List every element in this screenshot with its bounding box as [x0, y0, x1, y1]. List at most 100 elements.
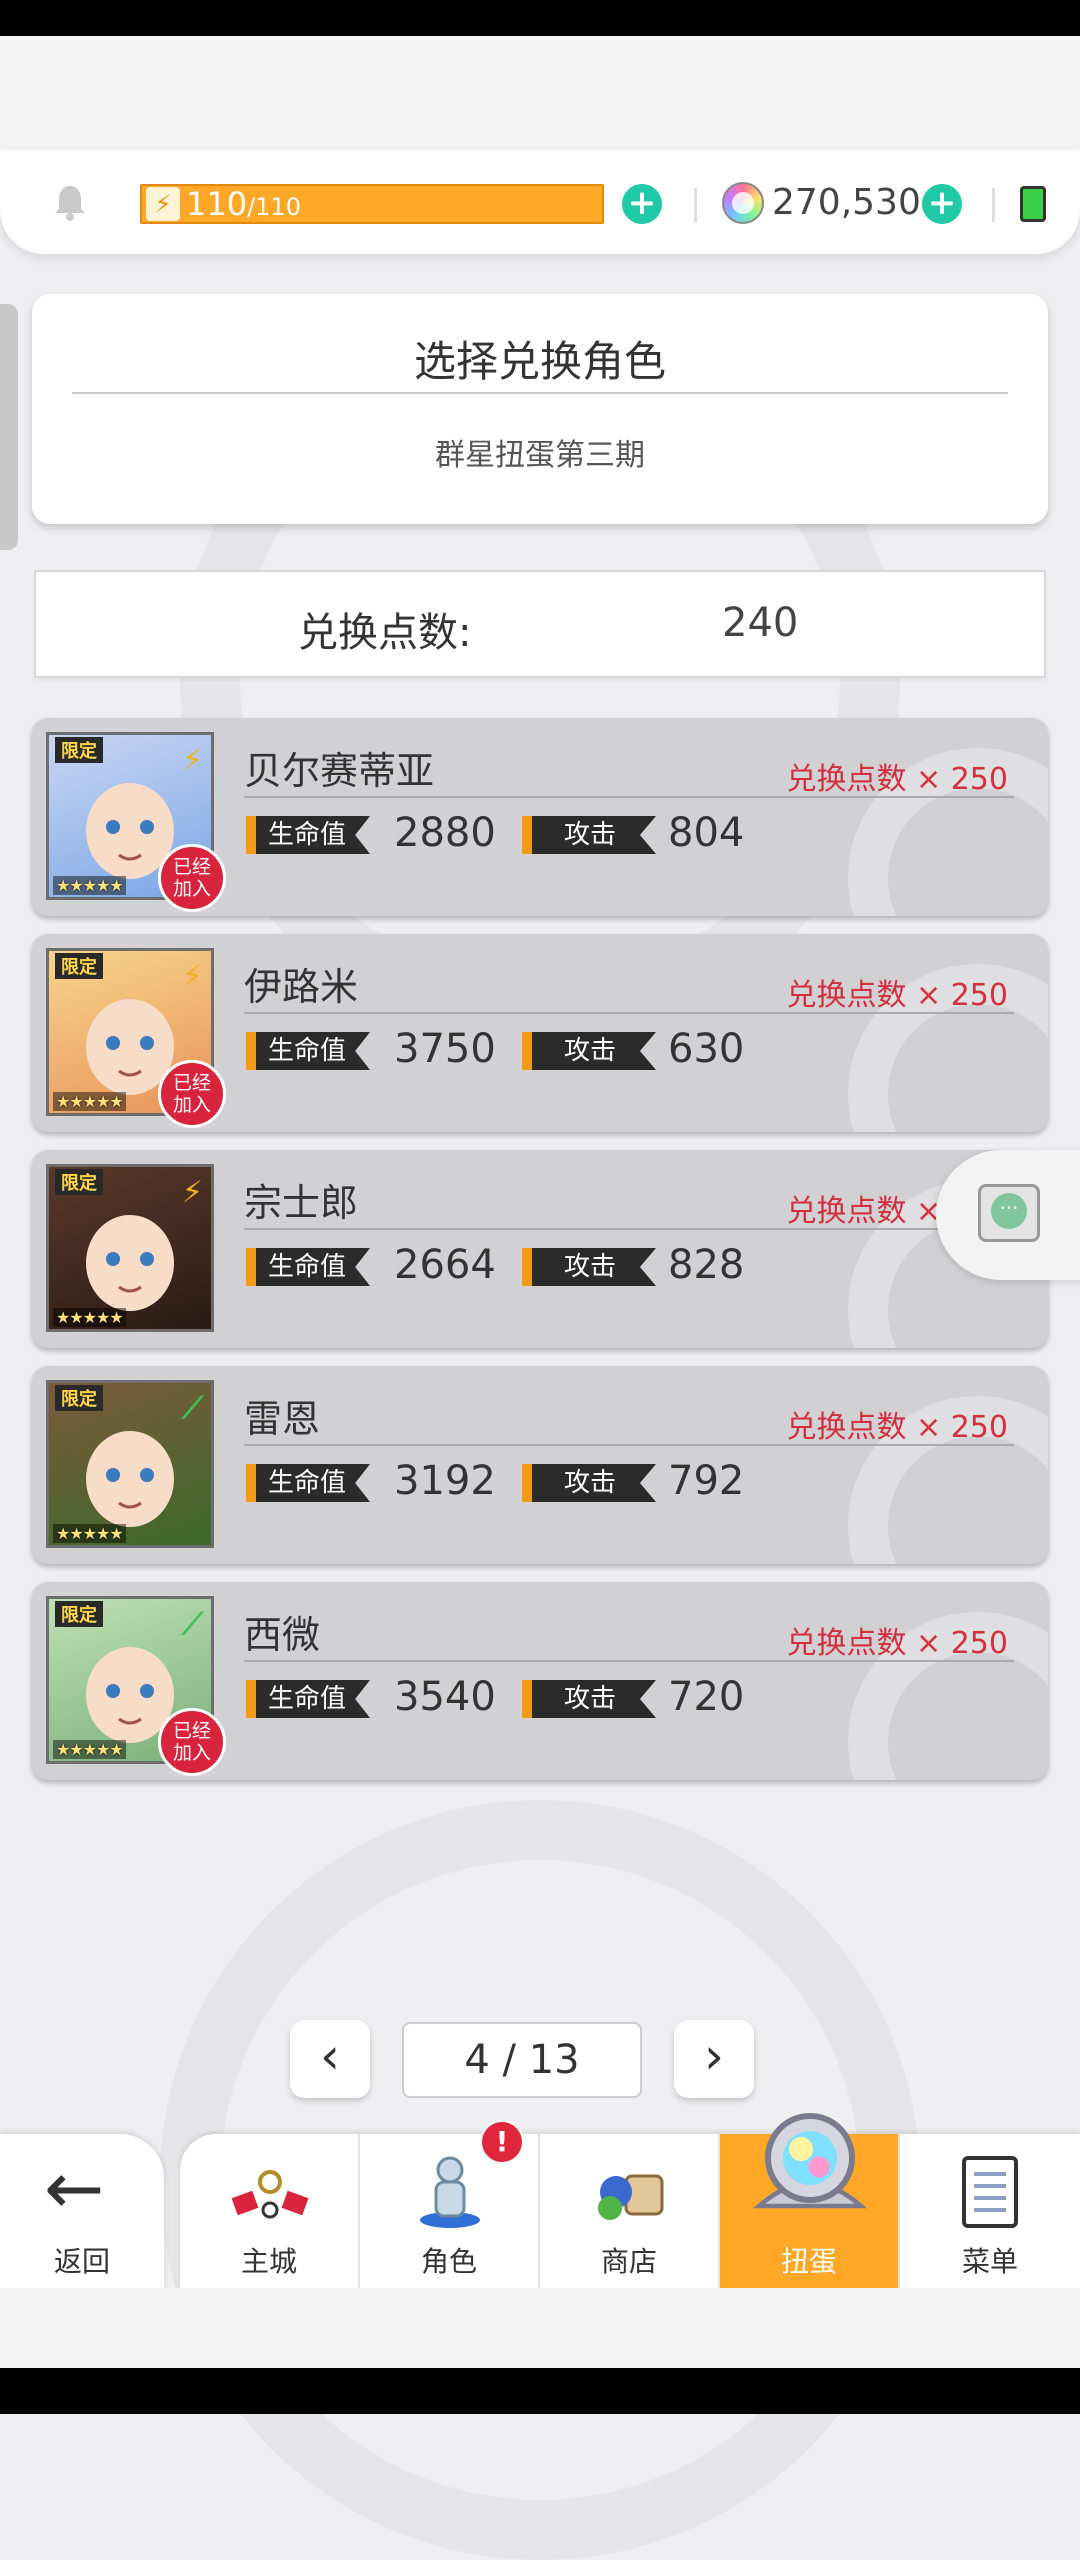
attack-value: 828 — [668, 1242, 745, 1288]
back-arrow-icon: ← — [44, 2146, 105, 2230]
gacha-icon — [753, 2113, 867, 2209]
nav-label-shop: 商店 — [600, 2245, 657, 2278]
character-name: 西微 — [244, 1613, 321, 1657]
add-energy-button[interactable]: + — [622, 184, 662, 224]
page-title: 选择兑换角色 — [413, 337, 666, 386]
bottom-nav: 主城 ! 角色 商店 扭蛋 菜单 — [180, 2113, 1080, 2288]
energy-bar: ⚡ 110 /110 — [140, 184, 604, 224]
prev-page-button[interactable]: ‹ — [290, 2020, 370, 2098]
character-portrait: 限定 ⟋ ★★★★★ — [46, 1380, 214, 1548]
attack-value: 792 — [668, 1458, 745, 1504]
hp-value: 3192 — [394, 1458, 496, 1504]
joined-badge-text: 已经 加入 — [172, 1720, 211, 1764]
lightning-element-icon: ⚡ — [181, 743, 203, 778]
hp-label: 生命值 — [246, 816, 371, 854]
back-label: 返回 — [53, 2245, 110, 2278]
character-portrait: 限定 ⚡ ★★★★★ — [46, 1164, 214, 1332]
limited-tag: 限定 — [55, 953, 103, 979]
hp-value: 3750 — [394, 1026, 496, 1072]
next-page-button[interactable]: › — [674, 2020, 754, 2098]
limited-tag: 限定 — [55, 737, 103, 763]
joined-badge-text: 已经 加入 — [172, 856, 211, 900]
hp-label: 生命值 — [246, 1680, 371, 1718]
rarity-stars: ★★★★★ — [53, 876, 126, 895]
exchange-cost: 兑换点数 × 250 — [786, 1410, 1008, 1445]
character-card[interactable]: 限定 ⚡ ★★★★★ 宗士郎 兑换点数 × 250 生命值 2664 攻击 82… — [32, 1150, 1048, 1348]
system-status-bar — [0, 0, 1080, 36]
back-button[interactable]: ← 返回 — [0, 2134, 164, 2288]
energy-max: /110 — [247, 193, 301, 221]
nav-badge-character: ! — [480, 2120, 524, 2164]
divider — [694, 188, 697, 222]
hp-label: 生命值 — [246, 1464, 371, 1502]
divider — [244, 1228, 1014, 1230]
menu-icon — [962, 2156, 1018, 2228]
character-name: 雷恩 — [244, 1397, 321, 1441]
energy-bolt-icon: ⚡ — [146, 187, 180, 221]
character-icon — [420, 2156, 480, 2228]
rarity-stars: ★★★★★ — [53, 1740, 126, 1759]
attack-label: 攻击 — [522, 816, 657, 854]
character-name: 宗士郎 — [244, 1181, 359, 1225]
currency-amount: 270,530 — [772, 182, 921, 223]
divider — [72, 392, 1008, 394]
floating-chat-bubble[interactable] — [936, 1150, 1080, 1280]
exchange-cost: 兑换点数 × 250 — [786, 762, 1008, 797]
divider — [244, 1012, 1014, 1014]
rarity-stars: ★★★★★ — [53, 1524, 126, 1543]
character-name: 贝尔赛蒂亚 — [244, 749, 435, 793]
system-nav-bar — [0, 2368, 1080, 2414]
nav-label-castle: 主城 — [240, 2245, 297, 2278]
side-drawer-handle[interactable] — [0, 304, 18, 550]
page-indicator: 4 / 13 — [402, 2022, 642, 2098]
joined-badge: 已经 加入 — [158, 1708, 226, 1776]
attack-label: 攻击 — [522, 1248, 657, 1286]
hp-value: 2664 — [394, 1242, 496, 1288]
status-area — [0, 36, 1080, 156]
hp-value: 3540 — [394, 1674, 496, 1720]
gem-icon — [722, 182, 764, 224]
castle-icon — [231, 2170, 309, 2219]
exchange-points-value: 240 — [722, 600, 799, 646]
character-card[interactable]: 限定 ⟋ ★★★★★ 已经 加入 西微 兑换点数 × 250 生命值 3540 … — [32, 1582, 1048, 1780]
hp-label: 生命值 — [246, 1032, 371, 1070]
bell-icon[interactable] — [50, 182, 90, 222]
nav-label-menu: 菜单 — [961, 2245, 1018, 2278]
nav-label-character: 角色 — [420, 2245, 477, 2278]
divider — [244, 1444, 1014, 1446]
attack-value: 720 — [668, 1674, 745, 1720]
add-currency-button[interactable]: + — [922, 184, 962, 224]
character-card[interactable]: 限定 ⟋ ★★★★★ 雷恩 兑换点数 × 250 生命值 3192 攻击 792 — [32, 1366, 1048, 1564]
character-name: 伊路米 — [244, 965, 359, 1009]
divider — [244, 796, 1014, 798]
wind-element-icon: ⟋ — [182, 1607, 203, 1642]
nav-item-gacha[interactable]: 扭蛋 — [720, 2113, 900, 2288]
bottom-area — [0, 2288, 1080, 2368]
nav-item-shop[interactable]: 商店 — [540, 2134, 720, 2288]
page-subtitle: 群星扭蛋第三期 — [435, 438, 645, 473]
shop-icon — [598, 2174, 664, 2220]
limited-tag: 限定 — [55, 1601, 103, 1627]
hp-value: 2880 — [394, 810, 496, 856]
battery-icon — [1020, 186, 1046, 222]
character-card[interactable]: 限定 ⚡ ★★★★★ 已经 加入 伊路米 兑换点数 × 250 生命值 3750… — [32, 934, 1048, 1132]
attack-label: 攻击 — [522, 1680, 657, 1718]
exchange-cost: 兑换点数 × 250 — [786, 978, 1008, 1013]
nav-item-castle[interactable]: 主城 — [180, 2134, 360, 2288]
attack-label: 攻击 — [522, 1464, 657, 1502]
exchange-points-label: 兑换点数: — [298, 610, 472, 656]
limited-tag: 限定 — [55, 1169, 103, 1195]
divider — [244, 1660, 1014, 1662]
energy-current: 110 — [186, 185, 248, 223]
joined-badge-text: 已经 加入 — [172, 1072, 211, 1116]
character-card[interactable]: 限定 ⚡ ★★★★★ 已经 加入 贝尔赛蒂亚 兑换点数 × 250 生命值 28… — [32, 718, 1048, 916]
chat-icon — [978, 1184, 1040, 1242]
attack-value: 804 — [668, 810, 745, 856]
exchange-points-box: 兑换点数: 240 — [34, 570, 1046, 678]
nav-item-menu[interactable]: 菜单 — [900, 2134, 1080, 2288]
rarity-stars: ★★★★★ — [53, 1308, 126, 1327]
attack-label: 攻击 — [522, 1032, 657, 1070]
wind-element-icon: ⟋ — [182, 1391, 203, 1426]
nav-label-gacha: 扭蛋 — [780, 2245, 837, 2278]
nav-item-character[interactable]: ! 角色 — [360, 2120, 540, 2288]
